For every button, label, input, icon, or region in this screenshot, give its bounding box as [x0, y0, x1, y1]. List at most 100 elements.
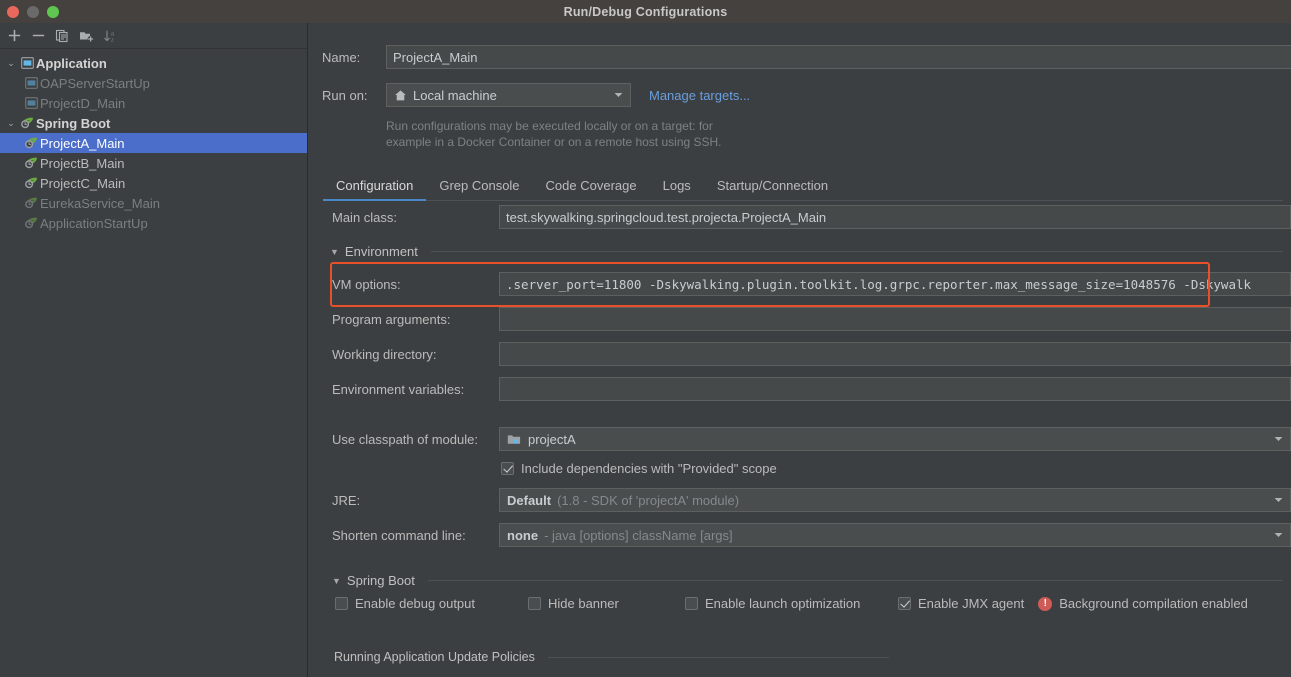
run-on-select[interactable]: Local machine	[386, 83, 631, 107]
jre-row: JRE: Default (1.8 - SDK of 'projectA' mo…	[332, 488, 1291, 512]
run-on-hint: Run configurations may be executed local…	[386, 118, 856, 150]
spring-boot-section-header[interactable]: ▼ Spring Boot	[332, 573, 1282, 588]
application-icon	[22, 97, 40, 109]
shorten-command-line-detail: - java [options] className [args]	[544, 528, 733, 543]
environment-section-header[interactable]: ▼ Environment	[330, 244, 1283, 259]
tree-item-label: Application	[36, 56, 107, 71]
environment-variables-row: Environment variables:	[332, 377, 1291, 401]
chevron-down-icon[interactable]	[1270, 436, 1286, 442]
window-title: Run/Debug Configurations	[0, 5, 1291, 19]
minimize-button[interactable]	[27, 6, 39, 18]
tab-startup-connection[interactable]: Startup/Connection	[704, 178, 841, 200]
spring-boot-section-title: Spring Boot	[347, 573, 415, 588]
manage-targets-link[interactable]: Manage targets...	[649, 88, 750, 103]
maximize-button[interactable]	[47, 6, 59, 18]
main-class-input[interactable]: test.skywalking.springcloud.test.project…	[499, 205, 1291, 229]
tree-item-projectb-main[interactable]: ProjectB_Main	[0, 153, 307, 173]
jre-label: JRE:	[332, 493, 499, 508]
svg-text:z: z	[111, 37, 114, 43]
window-controls	[7, 0, 59, 23]
remove-configuration-button[interactable]	[27, 25, 49, 47]
jre-value-detail: (1.8 - SDK of 'projectA' module)	[557, 493, 739, 508]
jre-select[interactable]: Default (1.8 - SDK of 'projectA' module)	[499, 488, 1291, 512]
warning-icon: !	[1038, 597, 1052, 611]
tab-configuration[interactable]: Configuration	[323, 178, 426, 200]
home-icon	[394, 89, 407, 102]
main-class-label: Main class:	[332, 210, 499, 225]
tree-item-projectd-main[interactable]: ProjectD_Main	[0, 93, 307, 113]
enable-debug-output-checkbox-row[interactable]: Enable debug output	[335, 596, 528, 611]
tree-item-label: EurekaService_Main	[40, 196, 160, 211]
window-titlebar: Run/Debug Configurations	[0, 0, 1291, 23]
program-arguments-label: Program arguments:	[332, 312, 499, 327]
new-folder-button[interactable]	[75, 25, 97, 47]
tree-item-application[interactable]: ⌄ Application	[0, 53, 307, 73]
working-directory-label: Working directory:	[332, 347, 499, 362]
shorten-command-line-select[interactable]: none - java [options] className [args]	[499, 523, 1291, 547]
expand-toggle-icon[interactable]: ⌄	[4, 118, 18, 129]
program-arguments-row: Program arguments:	[332, 307, 1291, 331]
sort-configurations-button[interactable]: a z	[99, 25, 121, 47]
chevron-down-icon[interactable]	[1270, 532, 1286, 538]
tree-item-oapserverstartup[interactable]: OAPServerStartUp	[0, 73, 307, 93]
enable-jmx-agent-checkbox[interactable]	[898, 597, 911, 610]
use-classpath-value: projectA	[528, 432, 576, 447]
add-configuration-button[interactable]	[3, 25, 25, 47]
tab-grep-console[interactable]: Grep Console	[426, 178, 532, 200]
program-arguments-input[interactable]	[499, 307, 1291, 331]
run-on-label: Run on:	[322, 88, 386, 103]
copy-configuration-button[interactable]	[51, 25, 73, 47]
working-directory-input[interactable]	[499, 342, 1291, 366]
include-provided-checkbox[interactable]	[501, 462, 514, 475]
enable-launch-optimization-label: Enable launch optimization	[705, 596, 860, 611]
spring-boot-icon	[22, 217, 40, 229]
enable-launch-optimization-checkbox-row[interactable]: Enable launch optimization	[685, 596, 898, 611]
tree-item-applicationstartup[interactable]: ApplicationStartUp	[0, 213, 307, 233]
chevron-down-icon[interactable]	[610, 92, 626, 98]
close-button[interactable]	[7, 6, 19, 18]
tree-item-projecta-main[interactable]: ProjectA_Main	[0, 133, 307, 153]
expand-toggle-icon[interactable]: ⌄	[4, 58, 18, 69]
editor-tabs[interactable]: ConfigurationGrep ConsoleCode CoverageLo…	[323, 171, 1283, 201]
shorten-command-line-row: Shorten command line: none - java [optio…	[332, 523, 1291, 547]
enable-jmx-agent-label: Enable JMX agent	[918, 596, 1024, 611]
enable-debug-output-checkbox[interactable]	[335, 597, 348, 610]
environment-variables-input[interactable]	[499, 377, 1291, 401]
hide-banner-checkbox-row[interactable]: Hide banner	[528, 596, 685, 611]
module-icon	[507, 433, 521, 446]
use-classpath-select[interactable]: projectA	[499, 427, 1291, 451]
tab-logs[interactable]: Logs	[650, 178, 704, 200]
tree-item-eurekaservice-main[interactable]: EurekaService_Main	[0, 193, 307, 213]
vm-options-input[interactable]: .server_port=11800 -Dskywalking.plugin.t…	[499, 272, 1291, 296]
chevron-down-icon[interactable]	[1270, 497, 1286, 503]
section-divider	[548, 657, 889, 658]
enable-launch-optimization-checkbox[interactable]	[685, 597, 698, 610]
hide-banner-checkbox[interactable]	[528, 597, 541, 610]
update-policies-title: Running Application Update Policies	[334, 650, 535, 664]
application-icon	[22, 77, 40, 89]
tree-item-projectc-main[interactable]: ProjectC_Main	[0, 173, 307, 193]
spring-boot-icon	[22, 197, 40, 209]
run-on-value: Local machine	[413, 88, 497, 103]
configurations-tree[interactable]: ⌄ Application OAPServerStartUp ProjectD_Mai…	[0, 49, 307, 233]
caret-down-icon[interactable]: ▼	[332, 576, 341, 586]
enable-jmx-agent-checkbox-row[interactable]: Enable JMX agent	[898, 596, 1024, 611]
working-directory-row: Working directory:	[332, 342, 1291, 366]
tree-item-label: ProjectD_Main	[40, 96, 125, 111]
main-class-row: Main class: test.skywalking.springcloud.…	[332, 205, 1291, 229]
tree-item-label: ProjectC_Main	[40, 176, 125, 191]
name-label: Name:	[322, 50, 386, 65]
tree-item-spring-boot[interactable]: ⌄Spring Boot	[0, 113, 307, 133]
include-provided-checkbox-row[interactable]: Include dependencies with "Provided" sco…	[501, 461, 777, 476]
include-provided-label: Include dependencies with "Provided" sco…	[521, 461, 777, 476]
tree-item-label: ProjectB_Main	[40, 156, 125, 171]
caret-down-icon[interactable]: ▼	[330, 247, 339, 257]
vm-options-label: VM options:	[332, 277, 499, 292]
name-input[interactable]: ProjectA_Main	[386, 45, 1291, 69]
tab-code-coverage[interactable]: Code Coverage	[533, 178, 650, 200]
tree-item-label: ProjectA_Main	[40, 136, 125, 151]
run-on-row: Run on: Local machine Manage targets...	[322, 83, 750, 107]
application-icon	[18, 57, 36, 69]
spring-boot-icon	[22, 177, 40, 189]
jre-value: Default	[507, 493, 551, 508]
